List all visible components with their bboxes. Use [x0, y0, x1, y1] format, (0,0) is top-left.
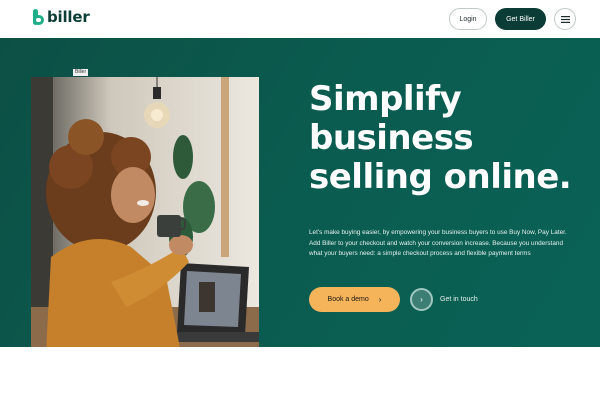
login-button[interactable]: Login: [449, 8, 487, 30]
chevron-right-icon: ›: [378, 295, 382, 304]
book-demo-label: Book a demo: [327, 296, 369, 303]
chevron-right-icon: ›: [410, 288, 433, 311]
logo-text: biller: [47, 8, 90, 26]
get-in-touch-label: Get in touch: [440, 296, 478, 303]
hero-photo: [31, 77, 259, 353]
headline-line: Simplify: [309, 79, 462, 119]
biller-logo[interactable]: biller: [33, 9, 90, 25]
photo-tag: Biller: [73, 69, 89, 76]
headline-line: selling online.: [309, 157, 572, 197]
headline-line: business: [309, 118, 474, 158]
site-header: biller Login Get Biller: [0, 0, 600, 38]
biller-logo-mark-icon: [33, 9, 44, 25]
hero-description: Let's make buying easier, by empowering …: [309, 229, 567, 257]
hero-headline: Simplify business selling online.: [309, 80, 589, 197]
get-biller-button[interactable]: Get Biller: [495, 8, 546, 30]
hamburger-menu-icon: [560, 10, 570, 28]
below-fold-area: [0, 347, 600, 400]
get-in-touch-link[interactable]: › Get in touch: [410, 288, 478, 311]
menu-button[interactable]: [554, 8, 576, 30]
book-demo-button[interactable]: Book a demo ›: [309, 287, 400, 312]
